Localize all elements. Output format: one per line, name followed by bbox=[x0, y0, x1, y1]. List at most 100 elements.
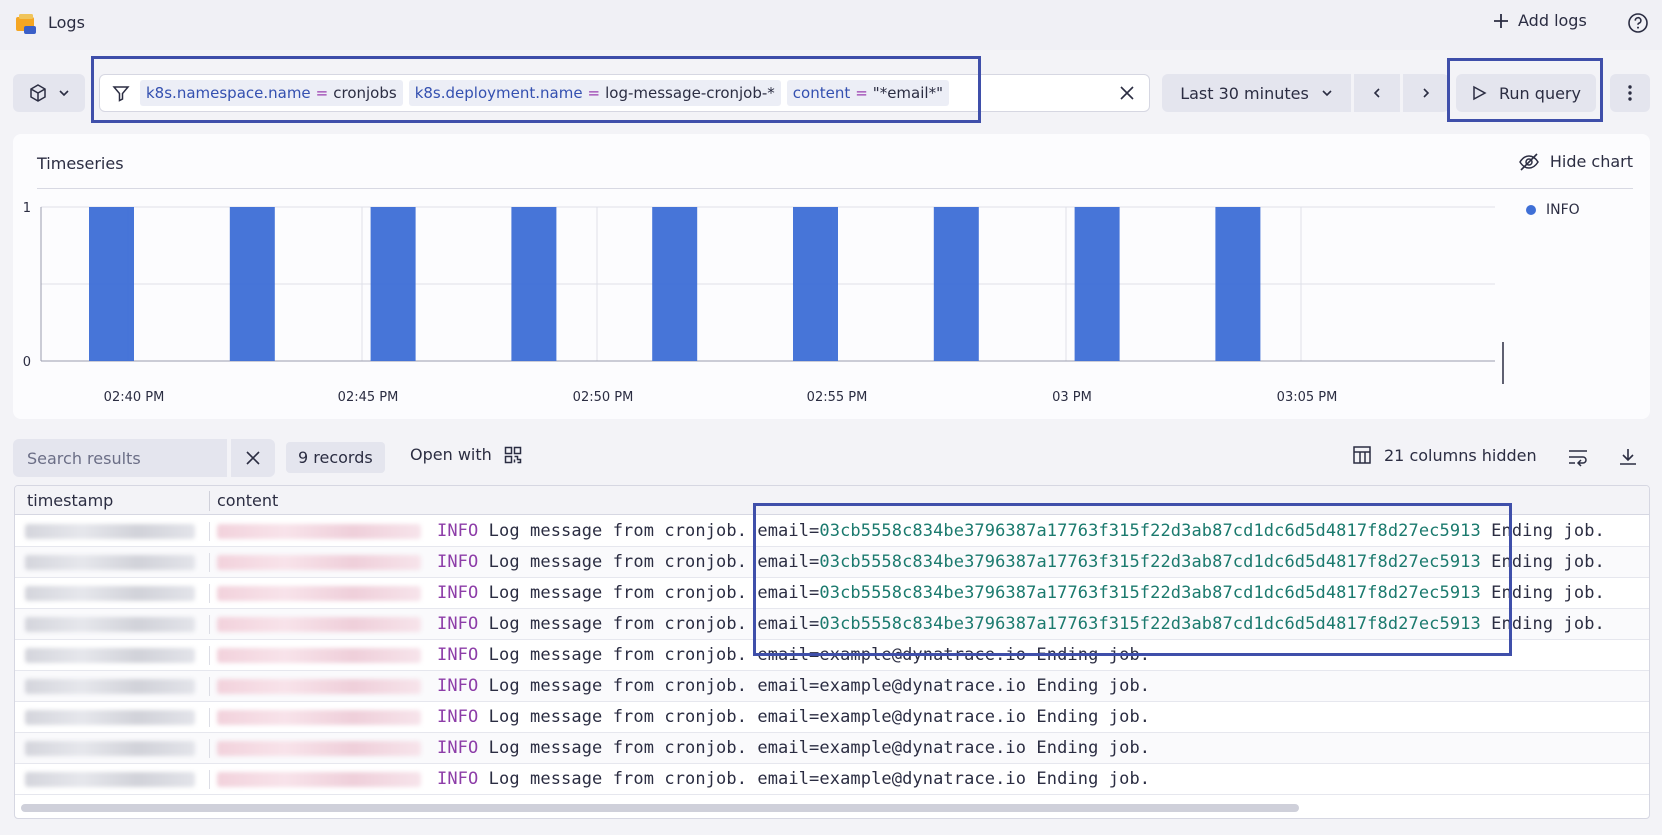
log-suffix: Ending job. bbox=[1480, 614, 1605, 634]
chip-operator: = bbox=[855, 84, 868, 102]
table-row[interactable]: INFO Log message from cronjob. email=exa… bbox=[15, 640, 1649, 671]
download-icon[interactable] bbox=[1618, 447, 1638, 467]
filter-input[interactable]: k8s.namespace.name = cronjobs k8s.deploy… bbox=[99, 74, 1150, 112]
chip-value: log-message-cronjob-* bbox=[605, 84, 775, 102]
help-icon[interactable] bbox=[1627, 12, 1649, 34]
timestamp-cell-redacted bbox=[25, 555, 195, 570]
timestamp-cell-redacted bbox=[25, 617, 195, 632]
table-row[interactable]: INFO Log message from cronjob. email=03c… bbox=[15, 547, 1649, 578]
chart-bar bbox=[652, 207, 698, 361]
clear-search-button[interactable] bbox=[231, 439, 275, 477]
segment-selector-button[interactable] bbox=[13, 74, 85, 112]
chip-operator: = bbox=[587, 84, 601, 102]
email-hash: 03cb5558c834be3796387a17763f315f22d3ab87… bbox=[819, 583, 1481, 603]
table-row[interactable]: INFO Log message from cronjob. email=exa… bbox=[15, 733, 1649, 764]
x-tick-label: 03:05 PM bbox=[1277, 390, 1338, 405]
filter-chip-namespace[interactable]: k8s.namespace.name = cronjobs bbox=[140, 80, 403, 106]
log-text: Log message from cronjob. email=example@… bbox=[478, 738, 1151, 758]
table-row[interactable]: INFO Log message from cronjob. email=exa… bbox=[15, 702, 1649, 733]
chip-operator: = bbox=[315, 84, 329, 102]
column-header-content[interactable]: content bbox=[217, 491, 278, 510]
log-level: INFO bbox=[437, 738, 479, 758]
log-message: INFO Log message from cronjob. email=exa… bbox=[437, 738, 1150, 758]
x-tick-label: 02:55 PM bbox=[807, 390, 868, 405]
content-prefix-redacted bbox=[217, 524, 421, 539]
log-message: INFO Log message from cronjob. email=03c… bbox=[437, 552, 1605, 572]
log-level: INFO bbox=[437, 614, 479, 634]
cell-divider bbox=[209, 553, 210, 572]
open-with-button[interactable]: Open with bbox=[410, 445, 522, 464]
timestamp-cell-redacted bbox=[25, 741, 195, 756]
chart-bar bbox=[370, 207, 416, 361]
log-text: Log message from cronjob. email=example@… bbox=[478, 676, 1151, 696]
cell-divider bbox=[209, 677, 210, 696]
columns-hidden-button[interactable]: 21 columns hidden bbox=[1352, 445, 1537, 465]
records-count-badge: 9 records bbox=[286, 442, 385, 473]
filter-chip-content[interactable]: content = "*email*" bbox=[786, 80, 949, 106]
search-results-input[interactable] bbox=[27, 448, 217, 468]
chip-value: cronjobs bbox=[333, 84, 397, 102]
timeframe-label: Last 30 minutes bbox=[1180, 83, 1309, 103]
timeframe-selector: Last 30 minutes bbox=[1162, 74, 1449, 112]
content-prefix-redacted bbox=[217, 710, 421, 725]
column-header-timestamp[interactable]: timestamp bbox=[27, 491, 113, 510]
log-text: Log message from cronjob. email=example@… bbox=[478, 645, 1151, 665]
chart-bar bbox=[1215, 207, 1261, 361]
legend-label: INFO bbox=[1546, 202, 1580, 218]
table-row[interactable]: INFO Log message from cronjob. email=03c… bbox=[15, 609, 1649, 640]
clear-filter-icon[interactable] bbox=[1117, 83, 1137, 103]
timeframe-button[interactable]: Last 30 minutes bbox=[1162, 74, 1351, 112]
table-row[interactable]: INFO Log message from cronjob. email=exa… bbox=[15, 764, 1649, 795]
chevron-left-icon bbox=[1373, 88, 1380, 98]
chart-bar bbox=[229, 207, 275, 361]
grid-apps-icon bbox=[504, 446, 522, 463]
columns-hidden-label: 21 columns hidden bbox=[1384, 445, 1537, 465]
log-text: Log message from cronjob. email= bbox=[478, 583, 820, 603]
log-message: INFO Log message from cronjob. email=exa… bbox=[437, 769, 1150, 789]
chart-legend[interactable]: INFO bbox=[1526, 202, 1580, 218]
table-row[interactable]: INFO Log message from cronjob. email=03c… bbox=[15, 516, 1649, 547]
log-message: INFO Log message from cronjob. email=03c… bbox=[437, 583, 1605, 603]
line-wrap-icon[interactable] bbox=[1567, 447, 1589, 467]
more-options-button[interactable] bbox=[1610, 74, 1650, 112]
legend-dot bbox=[1526, 205, 1536, 215]
log-suffix: Ending job. bbox=[1480, 552, 1605, 572]
horizontal-scrollbar[interactable] bbox=[21, 804, 1299, 812]
log-text: Log message from cronjob. email= bbox=[478, 552, 820, 572]
chart-bar bbox=[933, 207, 979, 361]
open-with-label: Open with bbox=[410, 445, 492, 464]
filter-icon bbox=[112, 86, 130, 102]
content-prefix-redacted bbox=[217, 679, 421, 694]
timeframe-next-button[interactable] bbox=[1403, 74, 1449, 112]
timestamp-cell-redacted bbox=[25, 679, 195, 694]
content-prefix-redacted bbox=[217, 555, 421, 570]
log-text: Log message from cronjob. email=example@… bbox=[478, 769, 1151, 789]
add-logs-button[interactable]: Add logs bbox=[1492, 11, 1587, 30]
column-divider[interactable] bbox=[209, 491, 210, 511]
search-results-field[interactable] bbox=[13, 439, 227, 477]
table-row[interactable]: INFO Log message from cronjob. email=03c… bbox=[15, 578, 1649, 609]
log-level: INFO bbox=[437, 583, 479, 603]
content-prefix-redacted bbox=[217, 772, 421, 787]
log-level: INFO bbox=[437, 769, 479, 789]
cube-icon bbox=[30, 84, 46, 102]
log-level: INFO bbox=[437, 707, 479, 727]
run-query-button[interactable]: Run query bbox=[1456, 74, 1596, 112]
table-columns-icon bbox=[1353, 446, 1371, 464]
run-query-label: Run query bbox=[1499, 83, 1581, 103]
timestamp-cell-redacted bbox=[25, 772, 195, 787]
content-prefix-redacted bbox=[217, 586, 421, 601]
table-row[interactable]: INFO Log message from cronjob. email=exa… bbox=[15, 671, 1649, 702]
chevron-right-icon bbox=[1423, 88, 1430, 98]
timeframe-previous-button[interactable] bbox=[1354, 74, 1400, 112]
chevron-down-icon bbox=[1322, 90, 1332, 97]
log-level: INFO bbox=[437, 676, 479, 696]
plus-icon bbox=[1494, 13, 1508, 28]
y-tick-label: 1 bbox=[23, 201, 31, 216]
top-bar: Logs Add logs bbox=[0, 0, 1662, 50]
filter-chip-deployment[interactable]: k8s.deployment.name = log-message-cronjo… bbox=[408, 80, 781, 106]
log-text: Log message from cronjob. email= bbox=[478, 521, 820, 541]
cell-divider bbox=[209, 584, 210, 603]
y-tick-label: 0 bbox=[23, 355, 31, 370]
kebab-menu-icon bbox=[1628, 85, 1632, 101]
